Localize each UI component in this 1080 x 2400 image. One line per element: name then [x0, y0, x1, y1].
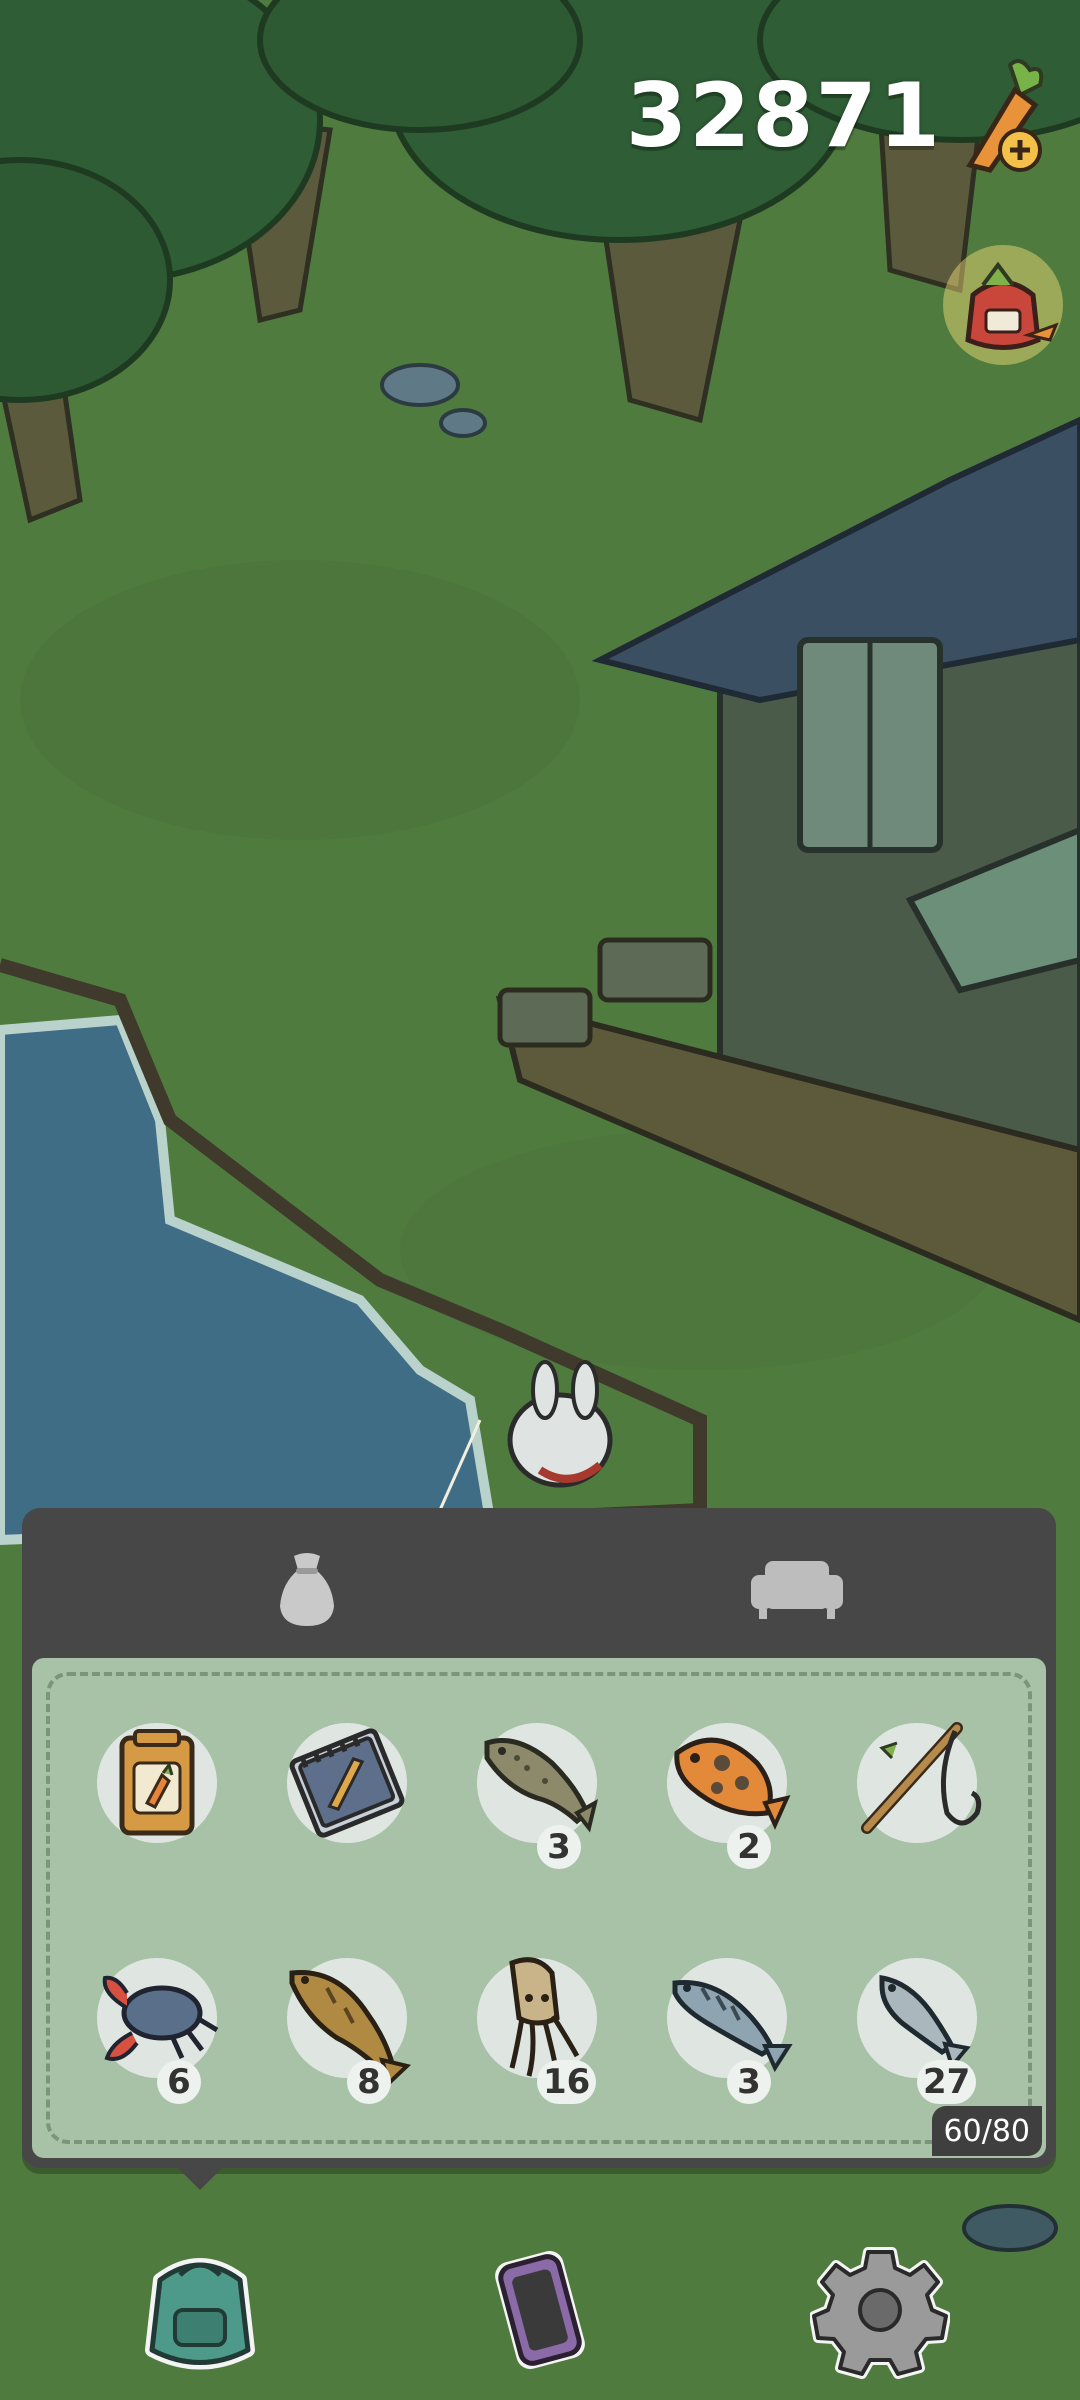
mackerel-icon [672, 1979, 793, 2073]
inventory-slot[interactable]: 3 [442, 1703, 632, 1903]
inventory-grid-area: 3 2 6 8 16 3 27 60/80 [32, 1658, 1046, 2158]
inventory-slot[interactable]: 8 [252, 1938, 442, 2138]
item-count: 2 [727, 1825, 771, 1869]
panel-pointer [170, 2160, 230, 2190]
crab-icon [102, 1975, 219, 2061]
tab-items[interactable] [252, 1533, 362, 1643]
inventory-slot[interactable]: 6 [62, 1938, 252, 2138]
carrot-plus-icon[interactable] [950, 55, 1050, 175]
inventory-slot[interactable]: 16 [442, 1938, 632, 2138]
item-count: 8 [347, 2060, 391, 2104]
carrot-seed-packet-icon [119, 1729, 195, 1836]
inventory-tabs [22, 1508, 1056, 1658]
notebook-icon [289, 1728, 405, 1838]
carrot-count: 32871 [625, 63, 942, 167]
item-count: 3 [537, 1825, 581, 1869]
inventory-panel: 3 2 6 8 16 3 27 60/80 [22, 1508, 1056, 2168]
inventory-slot[interactable] [252, 1703, 442, 1903]
catfish-icon [484, 1738, 599, 1833]
item-count: 16 [537, 2060, 597, 2104]
inventory-grid: 3 2 6 8 16 3 27 [62, 1703, 1012, 2173]
inventory-slot[interactable] [822, 1703, 1012, 1903]
golden-fish-icon [289, 1970, 412, 2087]
inventory-slot[interactable]: 3 [632, 1938, 822, 2138]
inventory-slot[interactable] [62, 1703, 252, 1903]
carrot-gift-bag-icon[interactable] [938, 240, 1068, 370]
item-count: 6 [157, 2060, 201, 2104]
inventory-capacity: 60/80 [931, 2106, 1042, 2156]
fishing-rod-icon [861, 1722, 982, 1834]
item-count: 3 [727, 2060, 771, 2104]
carrot-counter[interactable]: 32871 [626, 55, 1050, 175]
sofa-icon [751, 1561, 843, 1619]
orange-fish-icon [674, 1737, 791, 1830]
phone-icon[interactable] [470, 2240, 610, 2380]
backpack-icon[interactable] [130, 2240, 270, 2380]
settings-gear-icon[interactable] [810, 2240, 950, 2380]
item-count: 27 [917, 2060, 977, 2104]
tab-furniture[interactable] [742, 1533, 852, 1643]
inventory-slot[interactable]: 2 [632, 1703, 822, 1903]
bag-icon [280, 1553, 334, 1626]
